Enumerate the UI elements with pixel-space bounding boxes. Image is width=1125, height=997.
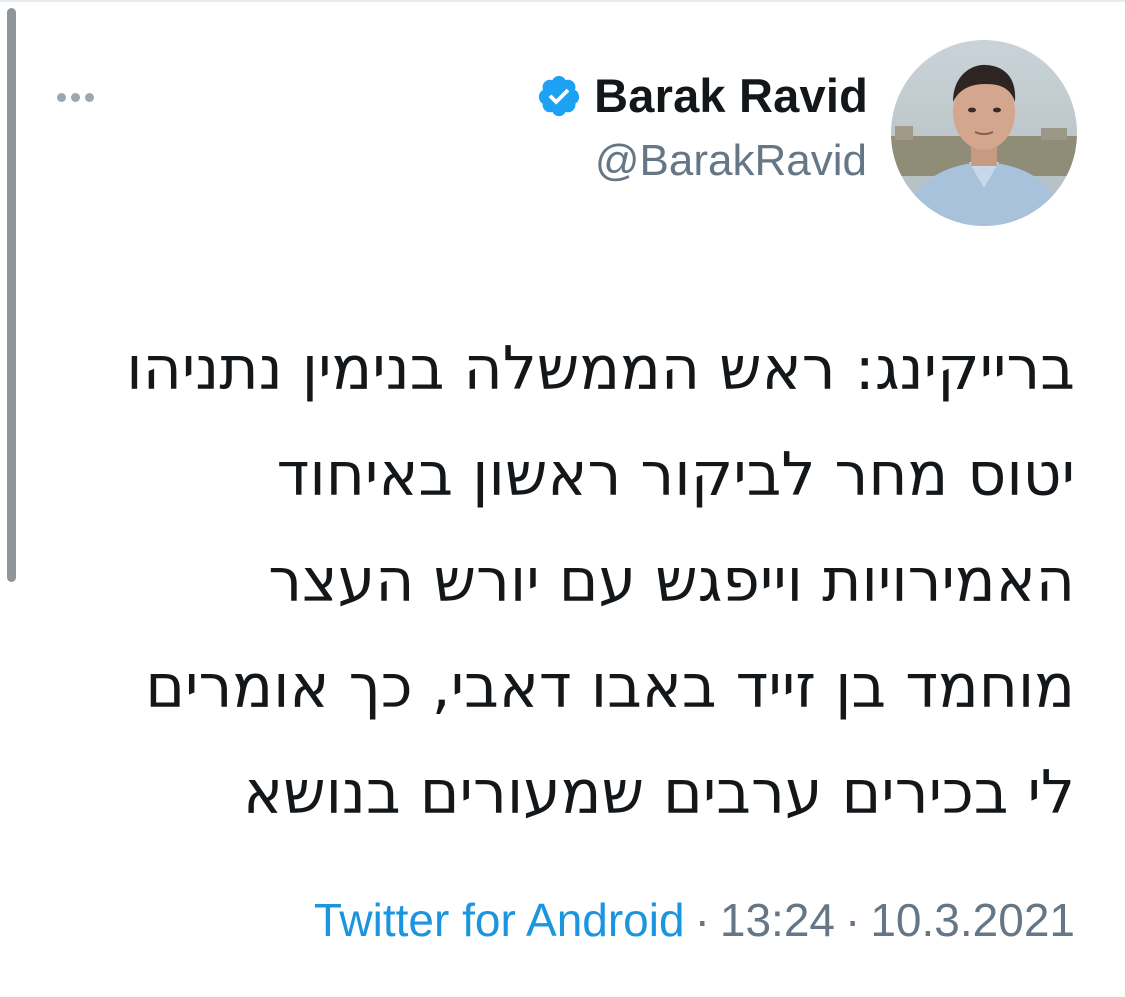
tweet-text-line: מוחמד בן זייד באבו דאבי, כך אומרים <box>145 652 1075 722</box>
avatar[interactable] <box>891 40 1077 226</box>
tweet-date[interactable]: 10.3.2021 <box>870 893 1075 947</box>
verified-badge-icon <box>538 75 580 116</box>
separator: · <box>845 894 861 946</box>
tweet-text: ברייקינג: ראש הממשלה בנימין נתניהו יטוס … <box>45 316 1075 846</box>
dot <box>84 92 94 102</box>
tweet-text-line: האמירויות וייפגש עם יורש העצר <box>268 546 1075 616</box>
tweet-page: Barak Ravid @BarakRavid ברייקינג: ראש המ… <box>0 0 1125 997</box>
author-name-row: Barak Ravid <box>536 68 868 123</box>
author-display-name[interactable]: Barak Ravid <box>594 68 868 123</box>
avatar-photo <box>891 40 1077 226</box>
tweet-text-line: ברייקינג: ראש הממשלה בנימין נתניהו <box>126 334 1075 404</box>
source-link[interactable]: Twitter for Android <box>314 893 685 947</box>
separator: · <box>694 894 710 946</box>
tweet-time[interactable]: 13:24 <box>720 893 835 947</box>
top-divider <box>0 0 1125 2</box>
more-options-icon[interactable] <box>50 82 100 112</box>
tweet-text-line: לי בכירים ערבים שמעורים בנושא <box>242 758 1075 828</box>
scrollbar[interactable] <box>7 8 16 582</box>
tweet-meta: Twitter for Android · 13:24 · 10.3.2021 <box>314 893 1075 947</box>
dot <box>56 92 66 102</box>
tweet-text-line: יטוס מחר לביקור ראשון באיחוד <box>276 440 1075 510</box>
dot <box>70 92 80 102</box>
author-handle[interactable]: @BarakRavid <box>595 136 867 186</box>
